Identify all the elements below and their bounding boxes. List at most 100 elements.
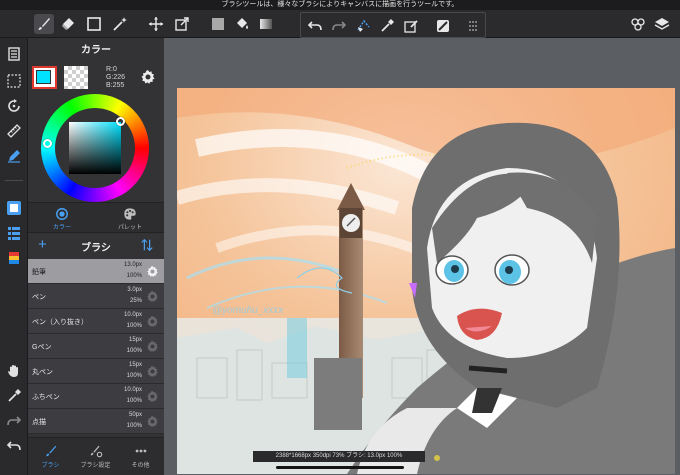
brush-panel: + ブラシ 鉛筆 13.0px 100% ペン 3.0px 25% ペン（入り抜… [28, 232, 164, 475]
rect-select-icon[interactable] [84, 14, 104, 34]
magic-wand-icon[interactable] [110, 14, 130, 34]
layers-list-icon[interactable] [4, 223, 24, 243]
tab-other-label: その他 [131, 463, 150, 469]
move-icon[interactable] [146, 14, 166, 34]
brush-item-pen-taper[interactable]: ペン（入り抜き） 10.0px 100% [28, 309, 164, 334]
brush-name: Gペン [32, 344, 52, 351]
canvas-status-bar: 2388*1668px 350dpi 73% ブラシ: 13.0px 100% [253, 451, 425, 462]
fill-color-icon[interactable] [208, 14, 228, 34]
brush-settings-gear-icon[interactable] [146, 340, 159, 353]
color-swatch-icon[interactable] [4, 198, 24, 218]
foreground-color [36, 70, 51, 84]
brush-size: 13.0px [123, 262, 142, 268]
brush-settings-icon [90, 445, 102, 458]
gradient-icon[interactable] [256, 14, 276, 34]
canvas-area[interactable]: @yomuhu_xxxx [164, 38, 680, 475]
redo-icon[interactable] [329, 16, 349, 36]
tab-brush-label: ブラシ [41, 463, 60, 469]
tab-brush-settings[interactable]: ブラシ設定 [73, 438, 118, 475]
brush-settings-gear-icon[interactable] [146, 365, 159, 378]
edit-select-icon[interactable] [401, 16, 421, 36]
brush-tabs: ブラシ ブラシ設定 その他 [28, 437, 164, 475]
tab-brush[interactable]: ブラシ [28, 438, 73, 475]
brush-opacity: 100% [126, 273, 142, 279]
hand-icon[interactable] [4, 361, 24, 381]
brush-size: 15px [128, 362, 142, 368]
transform-icon[interactable] [172, 14, 192, 34]
foreground-color-swatch[interactable] [32, 66, 57, 89]
tab-other[interactable]: その他 [118, 438, 163, 475]
brush-tab-icon [45, 445, 56, 457]
brush-opacity: 100% [126, 373, 142, 379]
brush-size: 10.0px [123, 387, 142, 393]
brush-item-stipple[interactable]: 点描 50px 100% [28, 409, 164, 434]
brush-item-fuchi-pen[interactable]: ふちペン 10.0px 100% [28, 384, 164, 409]
tab-palette[interactable]: パレット [96, 205, 164, 233]
drawing-canvas[interactable]: @yomuhu_xxxx [177, 88, 675, 474]
app: ブラシツールは、様々なブラシによりキャンバスに描画を行うツールです。 カラー R… [0, 0, 680, 475]
rgb-g: G:226 [106, 74, 126, 81]
tab-palette-label: パレット [117, 225, 142, 231]
lasso-fill-icon[interactable] [353, 16, 373, 36]
eraser-icon[interactable] [58, 14, 78, 34]
transparent-color-swatch[interactable] [64, 66, 88, 89]
palette-icon [124, 208, 136, 220]
brush-settings-gear-icon[interactable] [146, 290, 159, 303]
brush-icon[interactable] [34, 14, 54, 34]
color-circle-icon [56, 208, 68, 220]
gear-icon[interactable] [140, 69, 156, 85]
brush-opacity: 100% [126, 423, 142, 429]
rgb-r: R:0 [106, 66, 117, 73]
dropper-icon[interactable] [4, 386, 24, 406]
rotate-icon[interactable] [4, 96, 24, 116]
brush-item-g-pen[interactable]: Gペン 15px 100% [28, 334, 164, 359]
hue-wheel[interactable] [41, 94, 149, 202]
undo-icon[interactable] [305, 16, 325, 36]
sort-icon[interactable] [140, 238, 154, 252]
selection-icon[interactable] [4, 71, 24, 91]
brush-item-pencil[interactable]: 鉛筆 13.0px 100% [28, 259, 164, 284]
brush-size: 10.0px [123, 312, 142, 318]
brush-opacity: 25% [129, 298, 142, 304]
tab-color[interactable]: カラー [28, 205, 96, 233]
bucket-icon[interactable] [232, 14, 252, 34]
material-icon[interactable] [4, 248, 24, 268]
undo-icon[interactable] [4, 436, 24, 456]
brush-panel-header: + ブラシ [28, 233, 164, 257]
tab-color-label: カラー [52, 225, 71, 231]
ruler-icon[interactable] [4, 121, 24, 141]
brush-item-pen[interactable]: ペン 3.0px 25% [28, 284, 164, 309]
pen-icon[interactable] [4, 146, 24, 166]
shapes-icon[interactable] [628, 14, 648, 34]
hue-handle[interactable] [43, 139, 52, 148]
eyedropper-icon[interactable] [377, 16, 397, 36]
more-dots-icon [135, 449, 146, 453]
color-panel: カラー R:0 G:226 B:255 カラー パレット [28, 38, 164, 232]
brush-item-maru-pen[interactable]: 丸ペン 15px 100% [28, 359, 164, 384]
brush-name: ペン（入り抜き） [32, 319, 88, 326]
brush-size: 50px [128, 412, 142, 418]
tab-brush-settings-label: ブラシ設定 [80, 463, 111, 469]
home-indicator[interactable] [276, 466, 404, 469]
color-tabs: カラー パレット [28, 202, 164, 232]
layers-icon[interactable] [652, 14, 672, 34]
left-tool-strip [0, 38, 28, 475]
brush-name: 鉛筆 [32, 269, 46, 276]
artwork-illustration: @yomuhu_xxxx [177, 88, 675, 474]
grip-icon[interactable] [463, 16, 483, 36]
brush-name: 丸ペン [32, 369, 53, 376]
redo-icon[interactable] [4, 411, 24, 431]
quick-access-bar [300, 12, 486, 38]
tool-separator [5, 180, 23, 181]
brush-settings-gear-icon[interactable] [146, 265, 159, 278]
brush-settings-gear-icon[interactable] [146, 415, 159, 428]
menu-icon[interactable] [4, 44, 24, 64]
brush-name: ふちペン [32, 394, 60, 401]
brush-size: 15px [128, 337, 142, 343]
sv-handle[interactable] [116, 117, 125, 126]
snap-icon[interactable] [433, 16, 453, 36]
color-panel-title: カラー [81, 45, 111, 56]
brush-settings-gear-icon[interactable] [146, 390, 159, 403]
saturation-value-square[interactable] [69, 122, 121, 174]
brush-settings-gear-icon[interactable] [146, 315, 159, 328]
